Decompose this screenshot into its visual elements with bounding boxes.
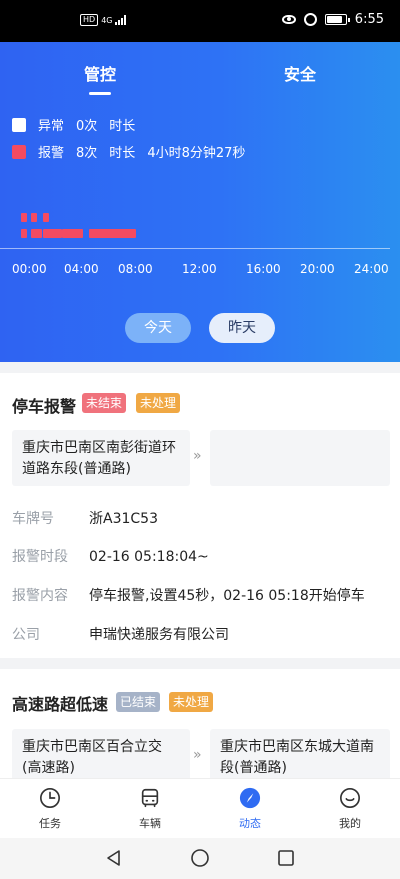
nav-label: 我的	[339, 817, 361, 830]
field-label: 公司	[12, 627, 40, 643]
nav-label: 车辆	[139, 817, 161, 830]
field-plate: 车牌号 浙A31C53	[12, 508, 158, 528]
field-label: 车牌号	[12, 511, 54, 527]
legend-alarm-count: 8次	[76, 146, 98, 161]
today-button[interactable]: 今天	[125, 313, 191, 343]
field-period: 报警时段 02-16 05:18:04~	[12, 546, 209, 566]
timeline-axis	[0, 248, 390, 249]
legend-abnormal-name: 异常	[38, 119, 65, 134]
nav-item-tasks[interactable]: 任务	[20, 787, 80, 831]
alarm-segment	[89, 229, 137, 238]
status-badge-unprocessed: 未处理	[136, 393, 181, 413]
status-time: 6:55	[354, 12, 384, 27]
tick-label: 08:00	[118, 262, 153, 276]
alarm-segment	[62, 229, 84, 238]
tab-control[interactable]: 管控	[84, 61, 116, 95]
tick-label: 00:00	[12, 262, 47, 276]
legend-abnormal-duration-label: 时长	[109, 119, 136, 134]
field-company: 公司 申瑞快递服务有限公司	[12, 624, 229, 644]
alarm-segment	[31, 213, 38, 222]
legend-alarm-duration-label: 时长	[109, 146, 136, 161]
hd-label: HD	[80, 14, 99, 26]
signal-indicator: HD 4G	[80, 14, 127, 26]
alarm-card[interactable]: 停车报警 未结束 未处理 重庆市巴南区南彭街道环道路东段(普通路) » 车牌号 浙…	[0, 373, 400, 658]
alarm-card[interactable]: 高速路超低速 已结束 未处理 重庆市巴南区百合立交(高速路) » 重庆市巴南区东…	[0, 669, 400, 778]
field-value: 浙A31C53	[89, 511, 158, 527]
tick-label: 12:00	[182, 262, 217, 276]
alarm-title: 高速路超低速	[12, 695, 109, 714]
status-badge-unprocessed: 未处理	[169, 692, 214, 712]
network-label: 4G	[101, 15, 113, 25]
alarm-segment	[43, 213, 50, 222]
alarm-segment	[20, 213, 27, 222]
double-chevron-icon: »	[193, 747, 202, 763]
nav-item-dynamics[interactable]: 动态	[220, 787, 280, 831]
field-content: 报警内容 停车报警,设置45秒，02-16 05:18开始停车	[12, 585, 365, 605]
legend-alarm: 报警 8次 时长 4小时8分钟27秒	[12, 142, 245, 161]
legend-alarm-name: 报警	[38, 146, 65, 161]
nav-label: 动态	[239, 817, 261, 830]
start-location: 重庆市巴南区南彭街道环道路东段(普通路)	[12, 430, 190, 486]
start-location: 重庆市巴南区百合立交(高速路)	[12, 729, 190, 778]
alarm-segment	[20, 229, 27, 238]
yesterday-button[interactable]: 昨天	[209, 313, 275, 343]
tick-label: 24:00	[354, 262, 389, 276]
alarm-clock-icon	[303, 13, 317, 26]
field-label: 报警时段	[12, 549, 68, 565]
smile-icon	[340, 788, 360, 808]
field-value: 02-16 05:18:04~	[89, 549, 209, 565]
end-location	[210, 430, 390, 486]
alarm-segment	[31, 229, 42, 238]
field-label: 报警内容	[12, 588, 68, 604]
legend-swatch-red	[12, 144, 26, 159]
status-bar: HD 4G 6:55	[0, 0, 400, 42]
recents-icon[interactable]	[276, 848, 296, 868]
end-location: 重庆市巴南区东城大道南段(普通路)	[210, 729, 390, 778]
nav-label: 任务	[39, 817, 61, 830]
home-icon[interactable]	[190, 848, 210, 868]
alarm-title: 停车报警	[12, 397, 77, 416]
signal-bars-icon	[115, 15, 127, 25]
bus-icon	[141, 788, 159, 808]
system-nav-bar	[0, 838, 400, 879]
field-value: 申瑞快递服务有限公司	[89, 627, 229, 643]
nav-item-mine[interactable]: 我的	[320, 787, 380, 831]
dashboard-header: HD 4G 6:55 管控 安全 异常 0次 时长 报警 8次 时长 4小时8分…	[0, 0, 400, 362]
field-value: 停车报警,设置45秒，02-16 05:18开始停车	[89, 588, 365, 604]
tab-safety[interactable]: 安全	[284, 61, 316, 85]
alarm-segment	[43, 229, 63, 238]
legend-abnormal-count: 0次	[76, 119, 98, 134]
legend-abnormal: 异常 0次 时长	[12, 115, 147, 134]
nav-item-vehicles[interactable]: 车辆	[120, 787, 180, 831]
legend-alarm-duration: 4小时8分钟27秒	[147, 146, 246, 161]
clock-icon	[40, 788, 60, 808]
compass-icon	[239, 787, 261, 809]
alarm-timeline	[12, 210, 390, 250]
timeline-ticks: 00:00 04:00 08:00 12:00 16:00 20:00 24:0…	[0, 262, 400, 278]
back-icon[interactable]	[104, 848, 124, 868]
battery-icon	[324, 14, 350, 25]
tick-label: 04:00	[64, 262, 99, 276]
eye-icon	[281, 15, 296, 24]
status-icons: 6:55	[281, 12, 384, 27]
double-chevron-icon: »	[193, 448, 202, 464]
status-badge-finished: 已结束	[116, 692, 161, 712]
status-badge-unfinished: 未结束	[82, 393, 127, 413]
tick-label: 20:00	[300, 262, 335, 276]
tick-label: 16:00	[246, 262, 281, 276]
legend-swatch-white	[12, 117, 26, 132]
top-tabs: 管控 安全	[0, 55, 400, 95]
bottom-nav: 任务 车辆 动态 我的	[0, 778, 400, 838]
